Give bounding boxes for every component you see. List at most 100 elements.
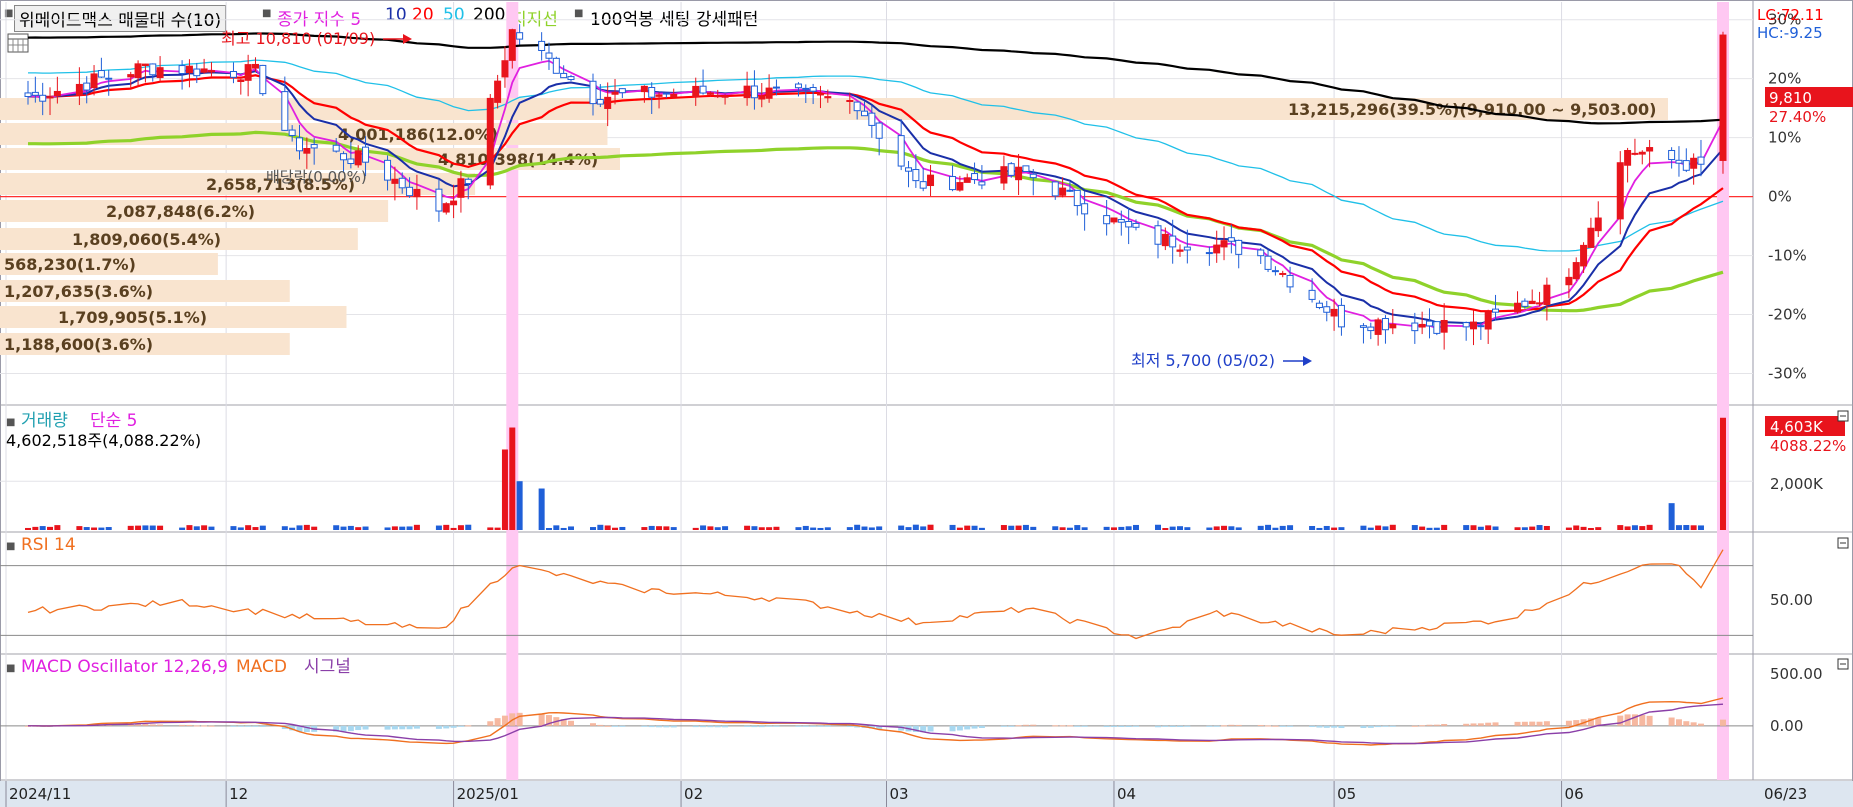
macd-title: MACD Oscillator 12,26,9 bbox=[21, 657, 228, 677]
calendar-icon[interactable] bbox=[7, 33, 29, 53]
volume-bar bbox=[47, 526, 54, 530]
candle-body bbox=[692, 85, 700, 97]
volume-bar bbox=[1697, 525, 1704, 530]
candle-body bbox=[706, 92, 714, 95]
volume-bar bbox=[1169, 526, 1176, 530]
macd-oscillator-bar bbox=[1265, 725, 1272, 727]
macd-oscillator-bar bbox=[670, 725, 677, 728]
candle-body bbox=[971, 173, 979, 181]
candle-body bbox=[1213, 244, 1221, 254]
candle-body bbox=[853, 101, 861, 112]
volume-bar bbox=[157, 525, 164, 530]
stock-chart-window: ■ 위메이드맥스 매물대 수(10) ■ 종가 지수 5 10 20 50 20… bbox=[0, 0, 1853, 807]
x-tick-label: 2024/11 bbox=[9, 785, 71, 803]
macd-oscillator-bar bbox=[516, 712, 523, 726]
volume-summary: 4,602,518주(4,088.22%) bbox=[6, 431, 201, 450]
macd-oscillator-bar bbox=[1543, 721, 1550, 726]
rsi-close-icon[interactable] bbox=[1837, 537, 1849, 549]
volume-bar bbox=[54, 525, 61, 530]
volume-bar bbox=[553, 525, 560, 530]
macd-marker-icon[interactable]: ■ bbox=[6, 663, 15, 674]
current-price: 9,810 bbox=[1769, 89, 1812, 107]
candle-body bbox=[288, 129, 296, 136]
volume-bar bbox=[912, 524, 919, 530]
macd-oscillator-bar bbox=[1059, 725, 1066, 727]
price-y-tick: -20% bbox=[1768, 306, 1807, 324]
macd-oscillator-bar bbox=[773, 725, 780, 727]
macd-oscillator-bar bbox=[1639, 714, 1646, 726]
volume-bar bbox=[252, 527, 259, 530]
volume-bar bbox=[83, 527, 90, 530]
volume-bar bbox=[179, 527, 186, 530]
volume-bar bbox=[861, 526, 868, 530]
candle-body bbox=[596, 99, 604, 105]
macd-oscillator-bar bbox=[391, 725, 398, 730]
volume-bar bbox=[1631, 525, 1638, 530]
macd-oscillator-bar bbox=[810, 725, 817, 727]
candle-body bbox=[1381, 318, 1389, 331]
candle-body bbox=[1514, 302, 1522, 313]
candle-body bbox=[1631, 152, 1639, 155]
volume-ma-label: 단순 5 bbox=[90, 411, 138, 431]
macd-oscillator-bar bbox=[1338, 725, 1345, 729]
volume-bar bbox=[32, 526, 39, 530]
volume-marker-icon[interactable]: ■ bbox=[6, 417, 15, 428]
macd-oscillator-bar bbox=[1118, 725, 1125, 727]
macd-oscillator-bar bbox=[1008, 725, 1015, 727]
candle-body bbox=[501, 60, 509, 78]
macd-oscillator-bar bbox=[245, 725, 252, 727]
macd-oscillator-bar bbox=[1206, 725, 1213, 727]
volume-bar bbox=[692, 527, 699, 530]
volume-current-pct: 4088.22% bbox=[1770, 437, 1846, 455]
rsi-marker-icon[interactable]: ■ bbox=[6, 541, 15, 552]
volume-profile-label: 1,709,905(5.1%) bbox=[58, 308, 207, 327]
volume-bar bbox=[1074, 525, 1081, 530]
volume-bar bbox=[956, 527, 963, 530]
macd-oscillator-bar bbox=[795, 725, 802, 727]
candle-body bbox=[1169, 235, 1177, 248]
candle-body bbox=[1536, 302, 1544, 305]
volume-bar bbox=[391, 526, 398, 530]
macd-oscillator-bar bbox=[1162, 725, 1169, 727]
candle-body bbox=[927, 174, 935, 187]
macd-oscillator-bar bbox=[1279, 725, 1286, 727]
rsi-title: RSI 14 bbox=[21, 535, 76, 555]
volume-bar bbox=[656, 526, 663, 530]
macd-close-icon[interactable] bbox=[1837, 658, 1849, 670]
macd-oscillator-bar bbox=[1316, 725, 1323, 728]
volume-bar bbox=[1015, 525, 1022, 530]
volume-close-icon[interactable] bbox=[1837, 410, 1849, 422]
candle-body bbox=[1308, 289, 1316, 300]
candle-body bbox=[97, 70, 105, 78]
candle-body bbox=[875, 122, 883, 139]
candle-body bbox=[868, 112, 876, 126]
macd-oscillator-bar bbox=[384, 725, 391, 730]
volume-bar bbox=[1477, 526, 1484, 530]
macd-oscillator-bar bbox=[1081, 725, 1088, 727]
candle-body bbox=[912, 169, 920, 182]
macd-oscillator-bar bbox=[1154, 725, 1161, 728]
macd-oscillator-bar bbox=[1221, 725, 1228, 727]
lc-label: LC:72.11 bbox=[1757, 6, 1824, 24]
candle-body bbox=[1719, 34, 1727, 161]
low-annotation: 최저 5,700 (05/02) bbox=[1131, 351, 1275, 370]
volume-bar bbox=[1213, 526, 1220, 530]
candle-body bbox=[1359, 325, 1367, 328]
volume-bar bbox=[817, 527, 824, 530]
candle-body bbox=[259, 64, 267, 95]
macd-oscillator-bar bbox=[450, 725, 457, 728]
volume-bar bbox=[413, 524, 420, 530]
candle-body bbox=[178, 65, 186, 75]
macd-oscillator-bar bbox=[413, 725, 420, 729]
candle-body bbox=[604, 96, 612, 109]
volume-bar bbox=[1719, 417, 1726, 530]
volume-bar bbox=[567, 526, 574, 530]
candle-body bbox=[1624, 149, 1632, 166]
volume-bar bbox=[1543, 525, 1550, 530]
candle-body bbox=[1066, 189, 1074, 192]
volume-bar bbox=[964, 525, 971, 530]
macd-oscillator-bar bbox=[1184, 725, 1191, 727]
volume-bar bbox=[1470, 525, 1477, 530]
volume-bar bbox=[1309, 525, 1316, 530]
x-tick-label-last: 06/23 bbox=[1764, 785, 1807, 803]
